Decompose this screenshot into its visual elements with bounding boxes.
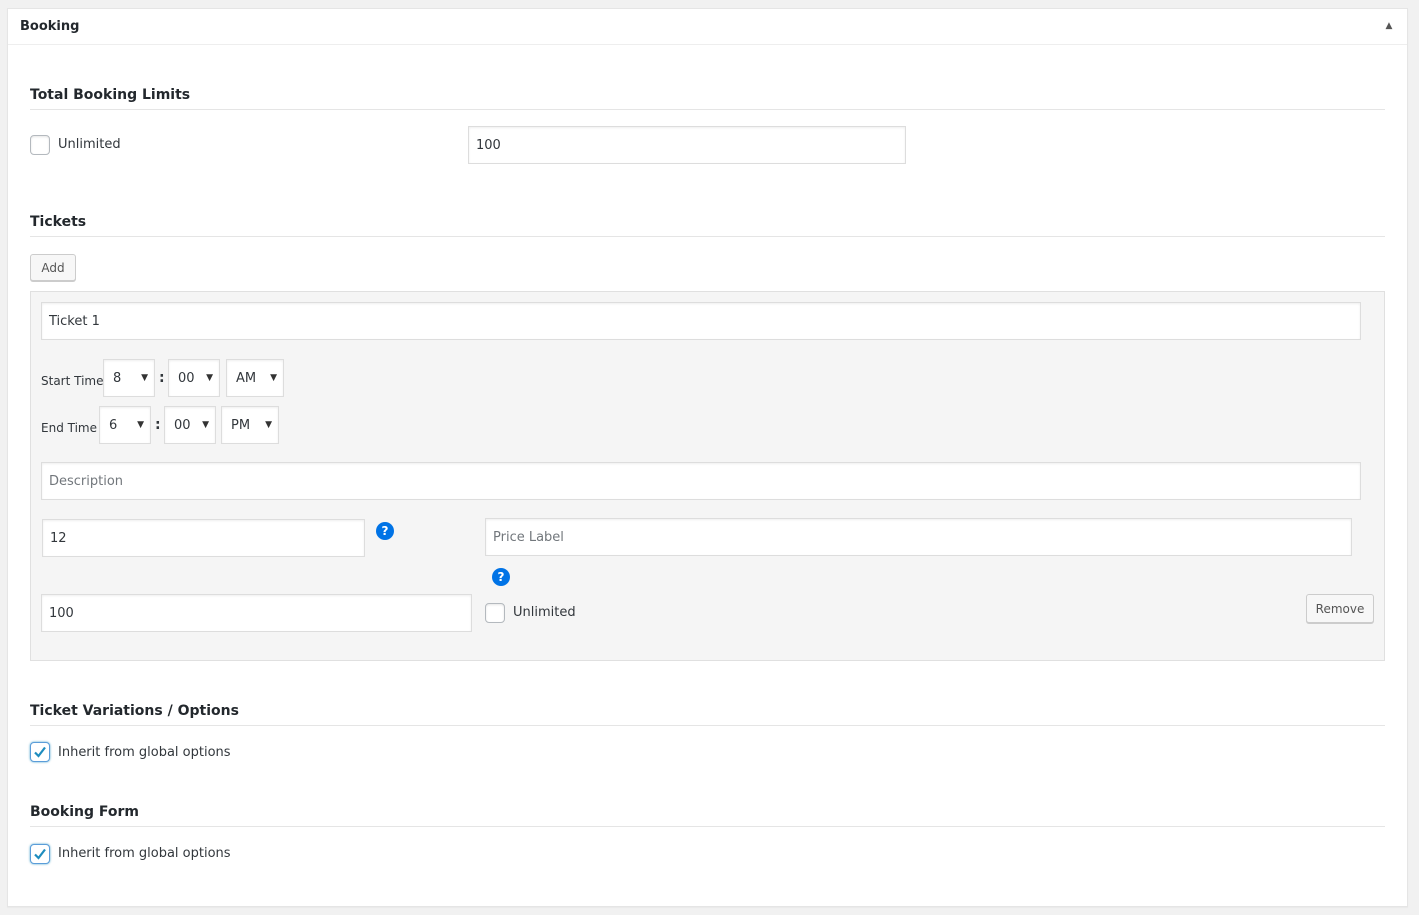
section-divider	[30, 236, 1385, 237]
end-minute-select[interactable]: 00 ▼	[164, 406, 216, 444]
checkmark-icon	[34, 746, 46, 758]
dropdown-arrow-icon: ▼	[141, 373, 148, 383]
tickets-title: Tickets	[30, 214, 87, 230]
total-unlimited-checkbox[interactable]	[30, 135, 50, 155]
booking-form-inherit-label: Inherit from global options	[58, 846, 231, 861]
end-hour-value: 6	[109, 417, 118, 433]
time-colon: :	[159, 370, 165, 386]
end-minute-value: 00	[174, 417, 191, 433]
booking-form-inherit-checkbox[interactable]	[30, 844, 50, 864]
metabox-title: Booking	[20, 19, 80, 34]
capacity-help-icon[interactable]: ?	[492, 568, 510, 586]
start-minute-value: 00	[178, 370, 195, 386]
end-ampm-value: PM	[231, 417, 251, 433]
price-help-icon[interactable]: ?	[376, 522, 394, 540]
end-ampm-select[interactable]: PM ▼	[221, 406, 279, 444]
dropdown-arrow-icon: ▼	[206, 373, 213, 383]
start-minute-select[interactable]: 00 ▼	[168, 359, 220, 397]
price-label-input[interactable]: Price Label	[485, 518, 1352, 556]
checkmark-icon	[34, 848, 46, 860]
section-divider	[30, 826, 1385, 827]
collapse-triangle-icon[interactable]: ▲	[1383, 20, 1395, 32]
section-divider	[30, 109, 1385, 110]
ticket-variations-title: Ticket Variations / Options	[30, 703, 239, 719]
total-booking-limits-title: Total Booking Limits	[30, 87, 191, 103]
total-limit-input[interactable]: 100	[468, 126, 906, 164]
total-unlimited-label: Unlimited	[58, 137, 121, 152]
end-time-label: End Time	[41, 421, 97, 435]
ticket-unlimited-label: Unlimited	[513, 605, 576, 620]
variations-inherit-checkbox[interactable]	[30, 742, 50, 762]
metabox-header[interactable]	[8, 9, 1407, 45]
start-hour-select[interactable]: 8 ▼	[103, 359, 155, 397]
start-ampm-select[interactable]: AM ▼	[226, 359, 284, 397]
remove-ticket-button[interactable]: Remove	[1306, 594, 1374, 623]
start-ampm-value: AM	[236, 370, 257, 386]
end-hour-select[interactable]: 6 ▼	[99, 406, 151, 444]
dropdown-arrow-icon: ▼	[137, 420, 144, 430]
dropdown-arrow-icon: ▼	[265, 420, 272, 430]
add-ticket-button[interactable]: Add	[30, 254, 76, 281]
ticket-unlimited-checkbox[interactable]	[485, 603, 505, 623]
ticket-name-input[interactable]: Ticket 1	[41, 302, 1361, 340]
dropdown-arrow-icon: ▼	[202, 420, 209, 430]
ticket-capacity-input[interactable]: 100	[41, 594, 472, 632]
section-divider	[30, 725, 1385, 726]
description-input[interactable]: Description	[41, 462, 1361, 500]
start-hour-value: 8	[113, 370, 122, 386]
time-colon: :	[155, 417, 161, 433]
variations-inherit-label: Inherit from global options	[58, 745, 231, 760]
price-input[interactable]: 12	[42, 519, 365, 557]
booking-form-title: Booking Form	[30, 804, 139, 820]
dropdown-arrow-icon: ▼	[270, 373, 277, 383]
start-time-label: Start Time	[41, 374, 104, 388]
